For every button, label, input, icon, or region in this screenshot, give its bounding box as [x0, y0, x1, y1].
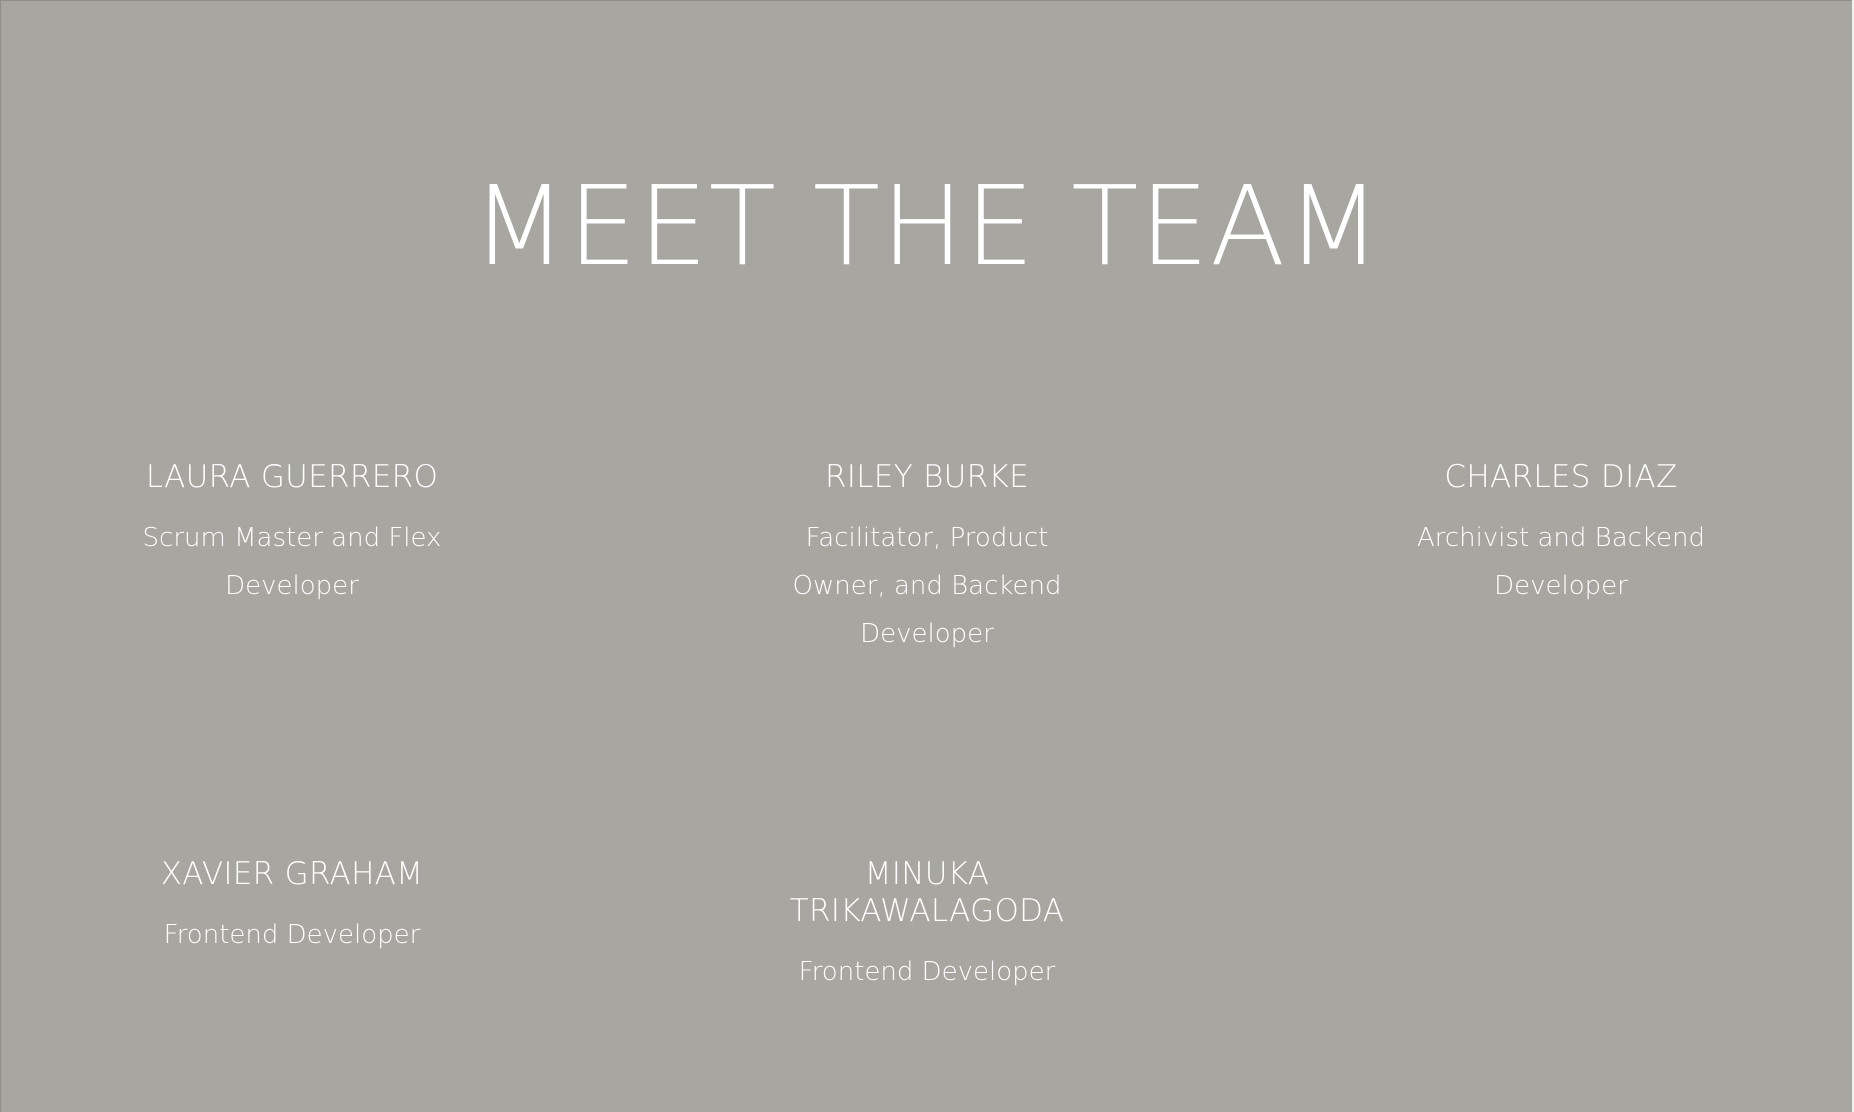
team-member-card: CHARLES DIAZ Archivist and Backend Devel… [1411, 459, 1711, 610]
member-name: CHARLES DIAZ [1444, 459, 1678, 495]
member-role: Scrum Master and Flex Developer [142, 523, 442, 601]
team-member-card: RILEY BURKE Facilitator, Product Owner, … [777, 459, 1077, 658]
member-role: Facilitator, Product Owner, and Backend … [792, 523, 1062, 649]
page-title: MEET THE TEAM [471, 162, 1383, 290]
member-name: XAVIER GRAHAM [160, 856, 424, 892]
team-member-card: MINUKA TRIKAWALAGODA Frontend Developer [777, 856, 1077, 996]
team-member-card: LAURA GUERRERO Scrum Master and Flex Dev… [142, 459, 442, 610]
team-section: MEET THE TEAM LAURA GUERRERO Scrum Maste… [0, 0, 1852, 1112]
member-name: MINUKA TRIKAWALAGODA [789, 856, 1065, 929]
member-role: Frontend Developer [798, 957, 1056, 987]
member-role: Frontend Developer [163, 920, 421, 950]
member-role: Archivist and Backend Developer [1416, 523, 1706, 601]
member-name: LAURA GUERRERO [145, 459, 439, 495]
member-name: RILEY BURKE [824, 459, 1030, 495]
team-member-card: XAVIER GRAHAM Frontend Developer [142, 856, 442, 959]
